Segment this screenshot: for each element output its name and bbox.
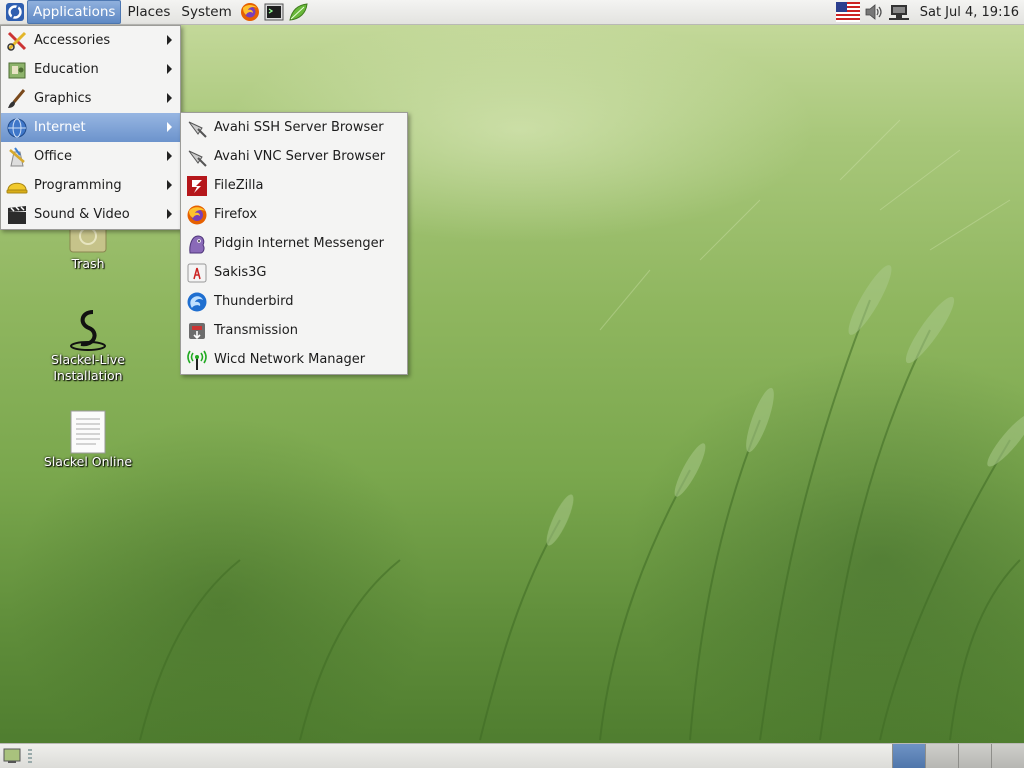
leaf-icon[interactable] <box>287 1 309 23</box>
menu-item-label: Transmission <box>214 323 298 338</box>
applications-menu-button[interactable]: Applications <box>27 0 122 24</box>
wicd-icon <box>186 349 208 371</box>
menu-item-label: Internet <box>34 120 86 135</box>
menu-item-transmission[interactable]: Transmission <box>181 316 407 345</box>
internet-submenu: Avahi SSH Server Browser Avahi VNC Serve… <box>180 112 408 375</box>
network-icon[interactable] <box>888 1 910 23</box>
workspace-3[interactable] <box>958 744 991 768</box>
slackel-live-label: Slackel-Live Installation <box>51 352 125 383</box>
workspace-2[interactable] <box>925 744 958 768</box>
menu-item-internet[interactable]: Internet <box>1 113 180 142</box>
menu-item-label: Programming <box>34 178 122 193</box>
menu-item-pidgin[interactable]: Pidgin Internet Messenger <box>181 229 407 258</box>
menu-item-label: FileZilla <box>214 178 264 193</box>
menu-item-programming[interactable]: Programming <box>1 171 180 200</box>
thunderbird-icon <box>186 291 208 313</box>
menu-item-office[interactable]: Office <box>1 142 180 171</box>
menu-item-filezilla[interactable]: FileZilla <box>181 171 407 200</box>
submenu-arrow-icon <box>167 64 172 74</box>
submenu-arrow-icon <box>167 35 172 45</box>
desktop-icon-slackel-installer[interactable]: Slackel-Live Installation <box>33 308 143 384</box>
bottom-panel <box>0 743 1024 768</box>
slackel-icon <box>33 308 143 352</box>
menu-item-sound-video[interactable]: Sound & Video <box>1 200 180 229</box>
workspace-1[interactable] <box>892 744 925 768</box>
document-icon <box>33 410 143 454</box>
internet-icon <box>6 117 28 139</box>
menu-item-label: Sound & Video <box>34 207 130 222</box>
firefox-icon[interactable] <box>239 1 261 23</box>
office-icon <box>6 146 28 168</box>
trash-label: Trash <box>71 256 105 271</box>
menu-item-wicd[interactable]: Wicd Network Manager <box>181 345 407 374</box>
accessories-icon <box>6 30 28 52</box>
sakis3g-icon <box>186 262 208 284</box>
education-icon <box>6 59 28 81</box>
firefox-icon <box>186 204 208 226</box>
filezilla-icon <box>186 175 208 197</box>
top-panel: Applications Places System Sat Jul 4, 19… <box>0 0 1024 25</box>
desktop-icon-slackel-online[interactable]: Slackel Online <box>33 410 143 470</box>
menu-item-graphics[interactable]: Graphics <box>1 84 180 113</box>
menu-item-accessories[interactable]: Accessories <box>1 26 180 55</box>
menu-item-avahi-ssh[interactable]: Avahi SSH Server Browser <box>181 113 407 142</box>
avahi-vnc-icon <box>186 146 208 168</box>
transmission-icon <box>186 320 208 342</box>
distro-logo-icon[interactable] <box>4 1 26 23</box>
graphics-icon <box>6 88 28 110</box>
menu-item-label: Avahi SSH Server Browser <box>214 120 384 135</box>
menu-item-label: Graphics <box>34 91 92 106</box>
pidgin-icon <box>186 233 208 255</box>
show-desktop-icon[interactable] <box>2 746 22 766</box>
sound-video-icon <box>6 204 28 226</box>
menu-item-avahi-vnc[interactable]: Avahi VNC Server Browser <box>181 142 407 171</box>
menu-item-thunderbird[interactable]: Thunderbird <box>181 287 407 316</box>
slackel-online-label: Slackel Online <box>43 454 133 469</box>
workspace-4[interactable] <box>991 744 1024 768</box>
menu-item-label: Wicd Network Manager <box>214 352 366 367</box>
menu-item-label: Firefox <box>214 207 258 222</box>
menu-item-label: Office <box>34 149 72 164</box>
places-menu-button[interactable]: Places <box>122 1 175 23</box>
clock[interactable]: Sat Jul 4, 19:16 <box>914 5 1024 20</box>
menu-item-label: Sakis3G <box>214 265 267 280</box>
applications-menu: Accessories Education Graphics Internet … <box>0 25 181 230</box>
panel-drag-handle[interactable] <box>28 749 32 763</box>
menu-item-label: Avahi VNC Server Browser <box>214 149 386 164</box>
menu-item-sakis3g[interactable]: Sakis3G <box>181 258 407 287</box>
avahi-ssh-icon <box>186 117 208 139</box>
menu-item-label: Thunderbird <box>214 294 294 309</box>
us-flag-icon[interactable] <box>835 1 860 23</box>
submenu-arrow-icon <box>167 93 172 103</box>
system-tray: Sat Jul 4, 19:16 <box>835 0 1024 24</box>
submenu-arrow-icon <box>167 209 172 219</box>
terminal-icon[interactable] <box>263 1 285 23</box>
workspace-switcher <box>892 744 1024 768</box>
submenu-arrow-icon <box>167 122 172 132</box>
menu-item-label: Pidgin Internet Messenger <box>214 236 384 251</box>
submenu-arrow-icon <box>167 151 172 161</box>
menu-item-label: Education <box>34 62 99 77</box>
menu-item-firefox[interactable]: Firefox <box>181 200 407 229</box>
programming-icon <box>6 175 28 197</box>
menu-item-education[interactable]: Education <box>1 55 180 84</box>
system-menu-button[interactable]: System <box>176 1 236 23</box>
menu-item-label: Accessories <box>34 33 111 48</box>
volume-icon[interactable] <box>864 1 884 23</box>
submenu-arrow-icon <box>167 180 172 190</box>
